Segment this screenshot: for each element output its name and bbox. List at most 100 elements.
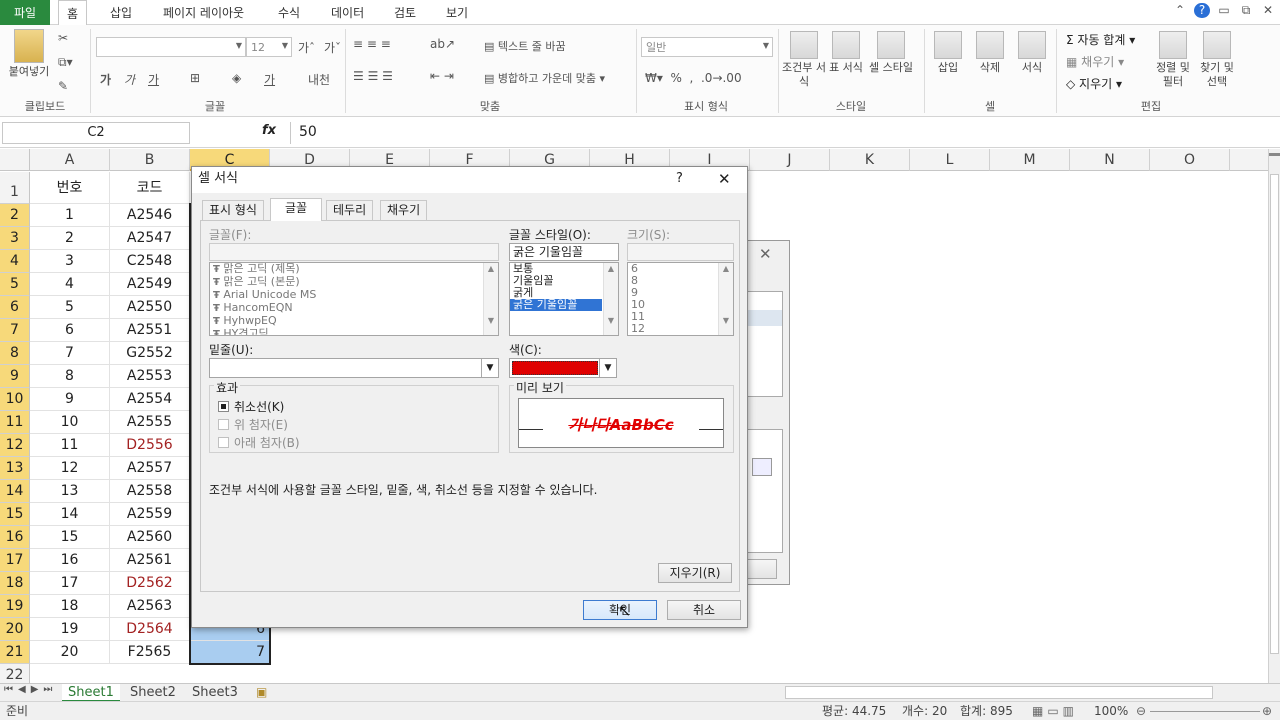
cell-b[interactable]: A2557 xyxy=(110,457,190,480)
tab-formulas[interactable]: 수식 xyxy=(278,0,300,25)
font-listbox[interactable]: ▲ ▼ Ŧ 맑은 고딕 (제목) Ŧ 맑은 고딕 (본문) Ŧ Arial Unico… xyxy=(209,262,499,336)
zoom-in-icon[interactable]: ⊕ xyxy=(1262,702,1272,720)
cell-a[interactable]: 6 xyxy=(30,319,110,342)
column-header-j[interactable]: J xyxy=(750,149,830,171)
cell-b[interactable]: A2553 xyxy=(110,365,190,388)
row-header[interactable]: 14 xyxy=(0,480,30,503)
cell-a[interactable]: 18 xyxy=(30,595,110,618)
font-list-item[interactable]: Ŧ HY견고딕 xyxy=(210,328,498,336)
cell-a[interactable]: 15 xyxy=(30,526,110,549)
row-header[interactable]: 15 xyxy=(0,503,30,526)
size-listbox[interactable]: ▲ ▼ 6 8 9 10 11 12 xyxy=(627,262,734,336)
close-icon[interactable]: ✕ xyxy=(759,245,772,263)
font-style-input[interactable]: 굵은 기울임꼴 xyxy=(509,243,619,261)
find-select-button[interactable]: 찾기 및 선택 xyxy=(1196,31,1238,89)
italic-icon[interactable]: 가 xyxy=(124,71,135,88)
row-header[interactable]: 12 xyxy=(0,434,30,457)
cell-b[interactable]: A2554 xyxy=(110,388,190,411)
cell-c[interactable]: 7 xyxy=(190,641,270,664)
cell-a[interactable]: 2 xyxy=(30,227,110,250)
row-header[interactable]: 3 xyxy=(0,227,30,250)
tab-font[interactable]: 글꼴 xyxy=(270,198,322,221)
row-header[interactable]: 18 xyxy=(0,572,30,595)
font-style-item[interactable]: 굵은 기울임꼴 xyxy=(510,299,602,311)
font-color-icon[interactable]: 가 xyxy=(264,71,275,88)
cell-a[interactable]: 10 xyxy=(30,411,110,434)
font-size-combo[interactable]: 12 ▼ xyxy=(246,37,292,57)
underline-combo[interactable]: ▼ xyxy=(209,358,499,378)
tab-file[interactable]: 파일 xyxy=(0,0,50,25)
strikethrough-checkbox[interactable]: 취소선(K) xyxy=(218,398,284,415)
close-icon[interactable]: ✕ xyxy=(718,167,731,191)
borders-icon[interactable]: ⊞ xyxy=(190,71,200,85)
merge-center-button[interactable]: ▤ 병합하고 가운데 맞춤 ▾ xyxy=(484,70,605,86)
tab-border[interactable]: 테두리 xyxy=(326,200,374,220)
cell-a[interactable]: 12 xyxy=(30,457,110,480)
cell-a[interactable]: 11 xyxy=(30,434,110,457)
align-left-icon[interactable]: ☰ ☰ ☰ xyxy=(353,69,393,83)
horizontal-scrollbar[interactable] xyxy=(785,686,1213,699)
sheet-tab-3[interactable]: Sheet3 xyxy=(186,684,244,702)
column-header-k[interactable]: K xyxy=(830,149,910,171)
row-header[interactable]: 13 xyxy=(0,457,30,480)
cell-b[interactable]: G2552 xyxy=(110,342,190,365)
sheet-tab-1[interactable]: Sheet1 xyxy=(62,684,120,702)
cell-a[interactable]: 13 xyxy=(30,480,110,503)
tab-insert[interactable]: 삽입 xyxy=(110,0,132,25)
column-header-n[interactable]: N xyxy=(1070,149,1150,171)
cell-b[interactable]: A2561 xyxy=(110,549,190,572)
row-header[interactable]: 7 xyxy=(0,319,30,342)
cell-b[interactable]: A2563 xyxy=(110,595,190,618)
format-as-table-button[interactable]: 표 서식 xyxy=(826,31,866,75)
column-header-l[interactable]: L xyxy=(910,149,990,171)
minimize-icon[interactable]: ▭ xyxy=(1216,3,1232,18)
restore-icon[interactable]: ⧉ xyxy=(1238,3,1254,18)
delete-cells-button[interactable]: 삭제 xyxy=(970,31,1010,75)
row-header[interactable]: 8 xyxy=(0,342,30,365)
tab-view[interactable]: 보기 xyxy=(446,0,468,25)
vertical-scrollbar[interactable] xyxy=(1268,149,1280,683)
format-preview-icon[interactable] xyxy=(752,458,772,476)
row-header[interactable]: 17 xyxy=(0,549,30,572)
row-header[interactable]: 10 xyxy=(0,388,30,411)
cell-b[interactable]: A2546 xyxy=(110,204,190,227)
row-header[interactable]: 1 xyxy=(0,172,30,204)
tab-data[interactable]: 데이터 xyxy=(331,0,364,25)
font-name-combo[interactable]: ▼ xyxy=(96,37,246,57)
column-header-b[interactable]: B xyxy=(110,149,190,171)
sort-filter-button[interactable]: 정렬 및 필터 xyxy=(1150,31,1196,89)
cell-b[interactable]: A2558 xyxy=(110,480,190,503)
row-header[interactable]: 20 xyxy=(0,618,30,641)
name-box[interactable]: C2 xyxy=(2,122,190,144)
bold-icon[interactable]: 가 xyxy=(100,71,111,88)
chevron-down-icon[interactable]: ▼ xyxy=(599,359,616,377)
indent-icon[interactable]: ⇤ ⇥ xyxy=(430,69,454,83)
cell-a[interactable]: 4 xyxy=(30,273,110,296)
conditional-format-button[interactable]: 조건부 서식 xyxy=(782,31,826,89)
cell-b[interactable]: A2549 xyxy=(110,273,190,296)
cell-b[interactable]: A2551 xyxy=(110,319,190,342)
cut-icon[interactable]: ✂ xyxy=(58,31,68,45)
cell-b[interactable]: F2565 xyxy=(110,641,190,664)
help-icon[interactable]: ? xyxy=(1194,3,1210,18)
orientation-icon[interactable]: ab↗ xyxy=(430,37,455,51)
cell-a[interactable]: 5 xyxy=(30,296,110,319)
cell-a[interactable]: 9 xyxy=(30,388,110,411)
help-icon[interactable]: ? xyxy=(676,167,683,191)
autosum-button[interactable]: Σ 자동 합계 ▾ xyxy=(1066,31,1135,48)
subscript-checkbox[interactable]: 아래 첨자(B) xyxy=(218,434,300,451)
cell-b[interactable]: C2548 xyxy=(110,250,190,273)
view-buttons-icon[interactable]: ▦▭▥ xyxy=(1032,702,1078,720)
new-sheet-icon[interactable]: ▣ xyxy=(256,685,267,699)
cancel-button[interactable]: 취소 xyxy=(667,600,741,620)
color-picker[interactable]: ▼ xyxy=(509,358,617,378)
column-header-m[interactable]: M xyxy=(990,149,1070,171)
row-header[interactable]: 4 xyxy=(0,250,30,273)
cell-b[interactable]: D2562 xyxy=(110,572,190,595)
cell-b1[interactable]: 코드 xyxy=(110,172,190,204)
cell-b[interactable]: A2559 xyxy=(110,503,190,526)
formula-input[interactable]: 50 xyxy=(290,122,1268,144)
insert-function-icon[interactable]: fx xyxy=(262,123,276,138)
tab-number-format[interactable]: 표시 형식 xyxy=(202,200,264,220)
column-header-o[interactable]: O xyxy=(1150,149,1230,171)
